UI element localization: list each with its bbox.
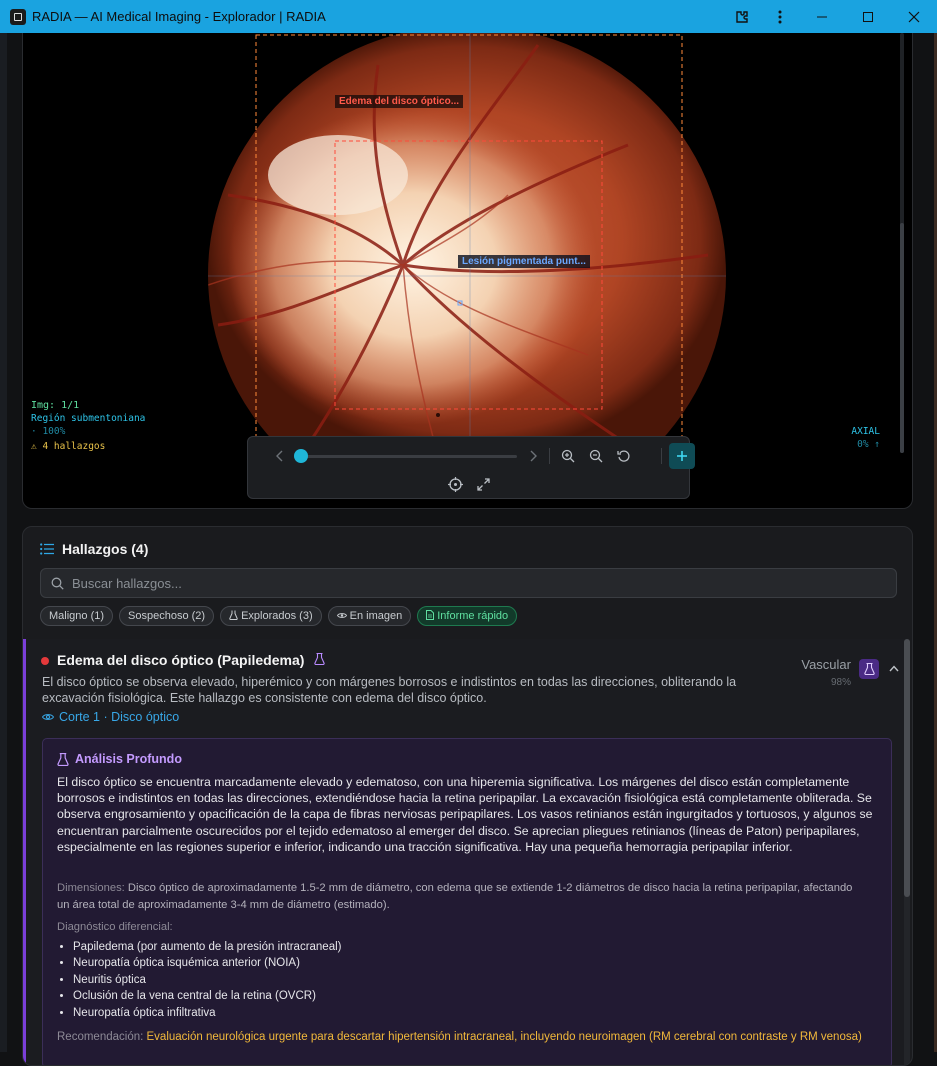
rotate-icon[interactable] [614,446,634,466]
flask-icon [314,652,325,668]
crosshair-icon[interactable] [445,474,465,494]
recommendation-label: Recomendación: [57,1031,144,1043]
image-info-overlay: Img: 1/1 Región submentoniana · 100% ⚠ 4… [31,399,145,453]
search-input[interactable] [72,575,872,591]
differential-item: Oclusión de la vena central de la retina… [73,988,342,1004]
filter-sospechoso[interactable]: Sospechoso (2) [119,606,215,626]
image-viewer[interactable]: Edema del disco óptico... Lesión pigment… [22,33,913,509]
findings-count: ⚠ 4 hallazgos [31,441,106,452]
finding-description: El disco óptico se observa elevado, hipe… [42,675,737,705]
chevron-right-icon[interactable] [523,446,543,466]
dimensions-label: Dimensiones: [57,882,125,894]
zoom-out-icon[interactable] [586,446,606,466]
toolbar-divider [549,448,550,464]
window-title: RADIA — AI Medical Imaging - Explorador … [32,9,326,24]
deep-analysis-title: Análisis Profundo [75,752,182,766]
finding-title[interactable]: Edema del disco óptico (Papiledema) [57,652,304,668]
maximize-icon[interactable] [845,0,891,33]
findings-search[interactable] [40,568,897,598]
chevron-left-icon[interactable] [270,446,290,466]
slice-link-label: Corte 1 · Disco óptico [59,710,180,724]
document-icon [426,609,435,623]
filter-sospechoso-label: Sospechoso (2) [128,610,206,622]
differential-item: Papiledema (por aumento de la presión in… [73,939,342,955]
minimize-icon[interactable] [799,0,845,33]
filter-en-imagen-label: En imagen [349,610,403,622]
flask-icon [229,610,238,623]
finding-card[interactable]: Edema del disco óptico (Papiledema) Vasc… [23,639,905,1065]
app-icon [10,8,26,25]
toolbar-divider-2 [661,448,662,464]
differential-list: Papiledema (por aumento de la presión in… [73,939,342,1021]
window-titlebar: RADIA — AI Medical Imaging - Explorador … [0,0,937,33]
zoom-in-icon[interactable] [558,446,578,466]
more-icon[interactable] [761,0,799,33]
dimensions-value: Disco óptico de aproximadamente 1.5-2 mm… [57,882,853,911]
eye-icon [336,610,347,622]
findings-header: Hallazgos (4) [40,541,148,557]
findings-title: Hallazgos (4) [62,541,149,557]
findings-panel: Hallazgos (4) Maligno (1) Sospechoso (2)… [22,526,913,1066]
quick-report-button[interactable]: Informe rápido [417,606,518,626]
filter-explorados[interactable]: Explorados (3) [220,606,322,626]
recommendation: Recomendación: Evaluación neurológica ur… [57,1029,887,1045]
deep-analysis-box: Análisis Profundo El disco óptico se enc… [42,738,892,1065]
deep-analysis-toggle[interactable] [859,659,879,679]
differential-item: Neuritis óptica [73,972,342,988]
filter-maligno-label: Maligno (1) [49,610,105,622]
image-zoom: · 100% [31,426,66,437]
viewer-scrollbar[interactable] [900,33,904,453]
search-icon [51,577,64,590]
microscope-icon [57,752,69,766]
add-finding-button[interactable] [669,443,695,469]
differential-item: Neuropatía óptica infiltrativa [73,1005,342,1021]
axial-label: AXIAL [851,426,880,437]
list-icon [40,542,54,556]
finding-category: Vascular [801,657,851,672]
slice-slider-track[interactable] [300,455,517,458]
differential-label: Diagnóstico diferencial: [57,921,173,933]
deep-analysis-title-row: Análisis Profundo [57,752,182,766]
dimensions: Dimensiones: Disco óptico de aproximadam… [57,880,857,914]
slice-link[interactable]: Corte 1 · Disco óptico [42,710,179,724]
deep-analysis-body: El disco óptico se encuentra marcadament… [57,775,873,854]
add-icon [677,451,687,461]
roi-label-edema[interactable]: Edema del disco óptico... [335,95,464,108]
extensions-icon[interactable] [723,0,761,33]
filter-maligno[interactable]: Maligno (1) [40,606,114,626]
finding-confidence: 98% [830,677,851,688]
roi-label-lesion[interactable]: Lesión pigmentada punt... [458,255,590,268]
microscope-icon [863,663,875,675]
close-icon[interactable] [891,0,937,33]
findings-scrollbar[interactable] [904,639,910,1065]
recommendation-value: Evaluación neurológica urgente para desc… [146,1031,862,1043]
findings-list: Edema del disco óptico (Papiledema) Vasc… [23,639,912,1065]
slice-slider-handle[interactable] [294,449,308,463]
filter-en-imagen[interactable]: En imagen [327,606,412,626]
image-index: Img: 1/1 [31,400,80,411]
image-region: Región submentoniana [31,413,146,424]
differential-item: Neuropatía óptica isquémica anterior (NO… [73,955,342,971]
background-window-edge [0,33,7,1052]
quick-report-label: Informe rápido [437,610,509,622]
fundus-image[interactable] [208,33,726,455]
axial-sub: 0% ↑ [857,439,880,450]
axial-overlay: AXIAL 0% ↑ [851,425,880,451]
eye-icon [42,714,54,720]
filter-chips: Maligno (1) Sospechoso (2) Explorados (3… [40,606,518,626]
viewer-toolbar [247,436,695,499]
collapse-chevron-icon[interactable] [889,663,899,675]
severity-dot [41,657,49,665]
fullscreen-icon[interactable] [473,474,493,494]
filter-explorados-label: Explorados (3) [241,610,313,622]
